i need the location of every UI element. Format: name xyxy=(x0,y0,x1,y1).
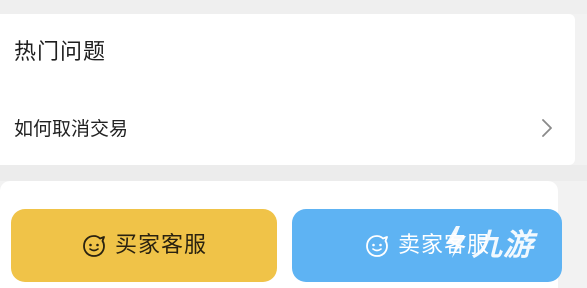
top-divider xyxy=(0,0,587,14)
faq-section-title: 热门问题 xyxy=(14,40,107,65)
seller-service-label: 卖家客服 xyxy=(397,232,490,258)
faq-item-cancel-trade[interactable]: 如何取消交易 xyxy=(0,108,575,150)
faq-item-label: 如何取消交易 xyxy=(14,118,129,140)
section-gap xyxy=(0,165,587,181)
buyer-service-label: 买家客服 xyxy=(114,232,207,258)
seller-service-button[interactable]: 卖家客服 xyxy=(292,209,562,282)
help-page: 热门问题 如何取消交易 买家客服 卖家客服 九游 xyxy=(0,0,587,288)
chevron-right-icon xyxy=(542,119,552,137)
smiley-chat-icon xyxy=(366,234,388,257)
buyer-service-button[interactable]: 买家客服 xyxy=(11,209,277,282)
smiley-chat-icon xyxy=(83,234,105,257)
